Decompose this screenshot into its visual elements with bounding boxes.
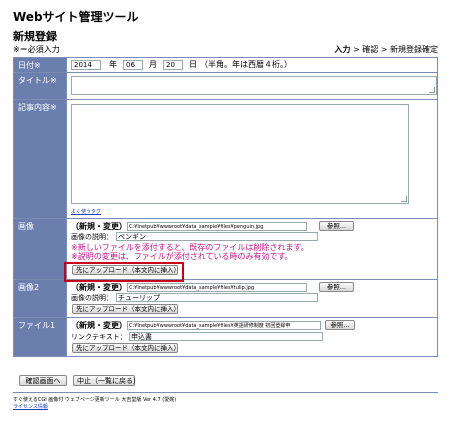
image1-file-input[interactable]: C:¥Inetpub¥wwwroot¥data_sample¥files¥pen… xyxy=(127,222,307,231)
step-rest: > 確認 > 新規登録確定 xyxy=(350,45,438,54)
file1-link-input[interactable]: 申込書 xyxy=(129,332,323,341)
date-cell: 2014 年 06 月 20 日 （半角。年は西暦４桁。） xyxy=(66,57,438,73)
image1-label: 画像 xyxy=(13,218,67,280)
file1-file-input[interactable]: C:¥Inetpub¥wwwroot¥data_sample¥files¥英語研… xyxy=(127,321,321,330)
image2-browse-button[interactable]: 参照... xyxy=(319,282,354,292)
confirm-button[interactable]: 確認画面へ xyxy=(19,375,67,386)
image1-warning-2: ※説明の変更は、ファイルが添付されている時のみ有効です。 xyxy=(71,252,293,261)
footer-divider xyxy=(13,392,438,393)
title-label: タイトル※ xyxy=(13,72,67,100)
month-unit: 月 xyxy=(149,60,157,69)
title-cell xyxy=(66,72,438,100)
file1-cell: （新規・変更） C:¥Inetpub¥wwwroot¥data_sample¥f… xyxy=(66,317,438,357)
step-current: 入力 xyxy=(334,45,351,54)
image1-mode: （新規・変更） xyxy=(71,222,127,231)
image2-label: 画像2 xyxy=(13,279,67,318)
app-title: Webサイト管理ツール xyxy=(13,10,139,24)
resize-grip-icon[interactable] xyxy=(401,196,407,202)
image2-cell: （新規・変更） C:¥Inetpub¥wwwroot¥data_sample¥f… xyxy=(66,279,438,318)
body-textarea[interactable] xyxy=(71,104,409,204)
image1-desc-input[interactable]: ペンギン xyxy=(116,232,318,241)
common-tags-link[interactable]: よく使うタグ xyxy=(71,208,101,215)
image1-browse-button[interactable]: 参照... xyxy=(319,221,354,231)
step-indicator: 入力 > 確認 > 新規登録確定 xyxy=(334,44,438,55)
file1-link-label: リンクテキスト： xyxy=(71,333,127,341)
day-unit: 日 xyxy=(189,60,197,69)
file1-browse-button[interactable]: 参照... xyxy=(325,320,355,330)
year-input[interactable]: 2014 xyxy=(71,60,101,70)
entry-form: 日付※ 2014 年 06 月 20 日 （半角。年は西暦４桁。） タイトル※ … xyxy=(13,57,438,357)
highlight-box xyxy=(64,262,184,282)
cancel-button[interactable]: 中止（一覧に戻る） xyxy=(73,375,140,386)
footer-credit: すぐ使えるCGI 画像付 ウェブページ更新ツール 大吉堂版 Ver 4.7 (愛… xyxy=(13,397,177,403)
resize-grip-icon[interactable] xyxy=(429,87,435,93)
image1-desc-label: 画像の説明： xyxy=(71,233,113,241)
date-note: （半角。年は西暦４桁。） xyxy=(200,60,292,69)
image2-upload-button[interactable]: 先にアップロード（本文内に挿入） xyxy=(72,304,180,314)
body-cell: よく使うタグ xyxy=(66,99,438,219)
title-input[interactable] xyxy=(71,76,437,95)
page-title: 新規登録 xyxy=(13,30,57,43)
license-link[interactable]: ライセンス情報 xyxy=(13,403,48,410)
file1-label: ファイル1 xyxy=(13,317,67,357)
image2-file-input[interactable]: C:¥Inetpub¥wwwroot¥data_sample¥files¥tul… xyxy=(127,283,307,292)
file1-upload-button[interactable]: 先にアップロード（本文内に挿入） xyxy=(72,343,180,353)
body-label: 記事内容※ xyxy=(13,99,67,219)
year-unit: 年 xyxy=(109,60,117,69)
image2-desc-label: 画像の説明： xyxy=(71,294,113,302)
image2-desc-input[interactable]: チューリップ xyxy=(116,293,318,302)
file1-mode: （新規・変更） xyxy=(71,321,127,330)
date-label: 日付※ xyxy=(13,57,67,73)
day-input[interactable]: 20 xyxy=(163,60,183,70)
image2-mode: （新規・変更） xyxy=(71,283,127,292)
month-input[interactable]: 06 xyxy=(123,60,143,70)
required-note: ※＝必須入力 xyxy=(13,45,60,54)
